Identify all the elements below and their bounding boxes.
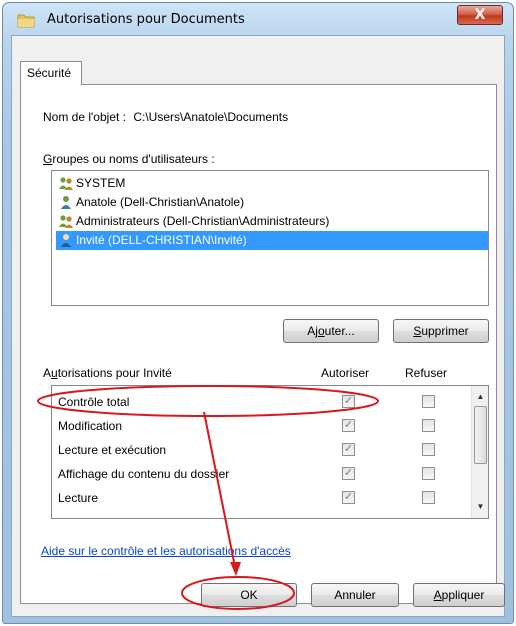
deny-column-header: Refuser	[405, 366, 448, 380]
list-item[interactable]: Administrateurs (Dell-Christian\Administ…	[56, 212, 329, 231]
permissions-scrollbar[interactable]: ▲ ▼	[471, 386, 488, 518]
apply-button[interactable]: Appliquer	[413, 583, 505, 607]
permission-row: Affichage du contenu du dossier ✓	[52, 462, 482, 486]
allow-checkbox[interactable]: ✓	[342, 443, 355, 456]
user-group-icon	[59, 177, 73, 190]
title-bar[interactable]: Autorisations pour Documents X	[3, 3, 513, 37]
list-item[interactable]: Anatole (Dell-Christian\Anatole)	[56, 193, 244, 212]
close-button[interactable]: X	[457, 5, 503, 25]
allow-column-header: Autoriser	[321, 366, 370, 380]
folder-icon	[17, 14, 35, 28]
deny-checkbox[interactable]	[422, 467, 435, 480]
permission-row: Lecture ✓	[52, 486, 482, 510]
allow-checkbox[interactable]: ✓	[342, 467, 355, 480]
object-name-row: Nom de l'objet : C:\Users\Anatole\Docume…	[43, 110, 288, 124]
groups-label: Groupes ou noms d'utilisateurs :	[43, 152, 215, 166]
add-button[interactable]: Ajouter...	[283, 319, 379, 343]
permissions-header-label: Autorisations pour Invité	[43, 366, 172, 380]
permission-row: Modification ✓	[52, 414, 482, 438]
scroll-down-icon[interactable]: ▼	[474, 500, 487, 514]
cancel-button[interactable]: Annuler	[311, 583, 399, 607]
users-listbox[interactable]: SYSTEM Anatole (Dell-Christian\Anatole) …	[51, 170, 489, 306]
object-path: C:\Users\Anatole\Documents	[133, 110, 289, 124]
user-icon	[61, 234, 71, 247]
user-group-icon	[59, 215, 73, 228]
deny-checkbox[interactable]	[422, 443, 435, 456]
list-item-selected[interactable]: Invité (DELL-CHRISTIAN\Invité)	[56, 231, 488, 250]
list-item[interactable]: SYSTEM	[56, 174, 125, 193]
window-title: Autorisations pour Documents	[47, 12, 245, 27]
ok-button[interactable]: OK	[201, 583, 297, 607]
tab-security[interactable]: Sécurité	[20, 61, 82, 85]
user-icon	[61, 196, 71, 209]
help-link[interactable]: Aide sur le contrôle et les autorisation…	[41, 544, 291, 558]
object-name-label: Nom de l'objet :	[43, 110, 126, 124]
permissions-dialog: Autorisations pour Documents X Sécurité …	[2, 2, 514, 624]
allow-checkbox[interactable]: ✓	[342, 395, 355, 408]
allow-checkbox[interactable]: ✓	[342, 419, 355, 432]
scroll-thumb[interactable]	[474, 406, 487, 464]
permission-row: Lecture et exécution ✓	[52, 438, 482, 462]
allow-checkbox[interactable]: ✓	[342, 491, 355, 504]
deny-checkbox[interactable]	[422, 491, 435, 504]
permissions-list: Contrôle total ✓ Modification ✓ Lecture …	[51, 385, 489, 519]
deny-checkbox[interactable]	[422, 395, 435, 408]
permission-row: Contrôle total ✓	[52, 390, 482, 414]
deny-checkbox[interactable]	[422, 419, 435, 432]
tab-security-label: Sécurité	[27, 66, 72, 80]
scroll-up-icon[interactable]: ▲	[474, 390, 487, 404]
remove-button[interactable]: Supprimer	[393, 319, 489, 343]
